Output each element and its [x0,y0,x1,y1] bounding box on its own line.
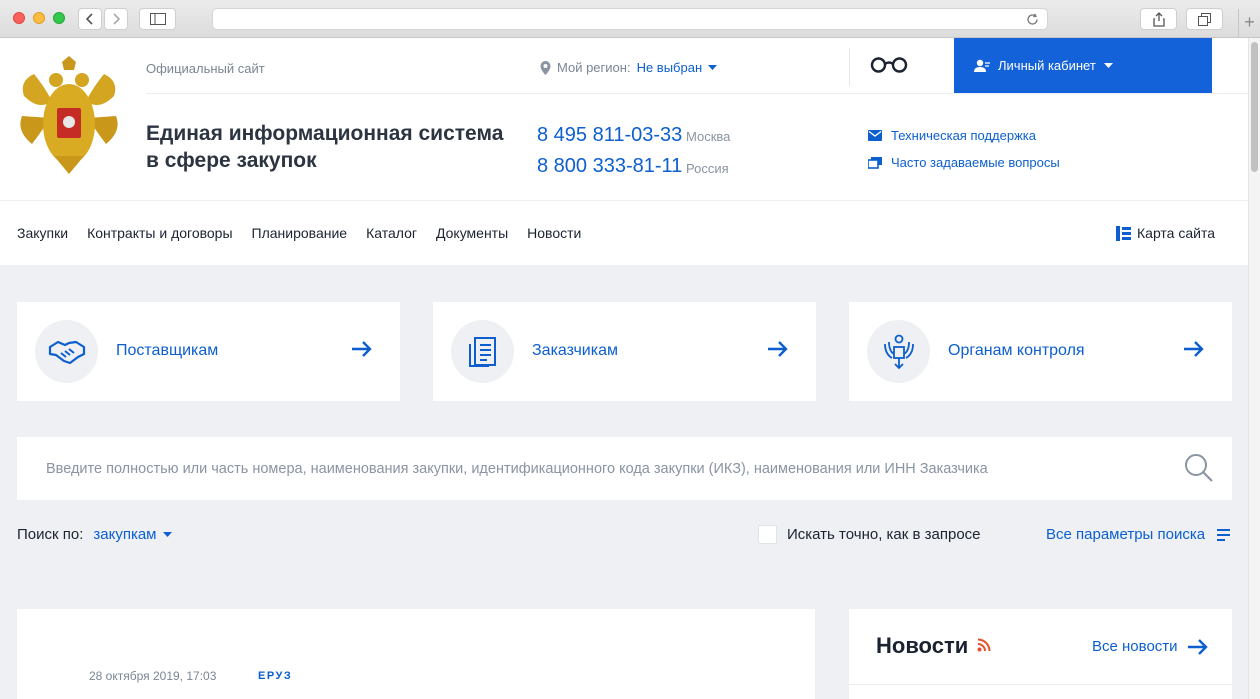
all-search-params-label: Все параметры поиска [1046,526,1206,543]
arrow-right-icon [768,341,788,357]
card-icon-circle [35,320,98,383]
menu-item-purchases[interactable]: Закупки [17,225,68,241]
user-icon [974,59,990,72]
support-link[interactable]: Техническая поддержка [868,128,1036,143]
phone-moscow[interactable]: 8 495 811-03-33 [537,124,682,147]
card-icon-circle [867,320,930,383]
search-icon[interactable] [1184,453,1214,483]
chat-icon [868,156,882,169]
document-icon [468,336,496,367]
address-bar[interactable] [212,8,1048,30]
site-title-line: в сфере закупок [146,149,317,172]
new-tab-button[interactable]: + [1238,9,1260,38]
faq-link[interactable]: Часто задаваемые вопросы [868,155,1060,170]
divider [849,684,1232,685]
minimize-window-button[interactable] [33,12,45,24]
sitemap-icon [1116,225,1131,241]
region-value[interactable]: Не выбран [637,60,703,75]
main-menu: Закупки Контракты и договоры Планировани… [17,225,581,241]
search-box [17,437,1232,500]
browser-toolbar: + [0,0,1260,38]
sidebar-toggle-button[interactable] [139,8,176,30]
chevron-right-icon [113,13,121,25]
news-panel-title: Новости [876,633,969,658]
zoom-window-button[interactable] [53,12,65,24]
site-title-line: Единая информационная система [146,122,504,145]
exact-search-option[interactable]: Искать точно, как в запросе [758,525,981,544]
back-button[interactable] [78,8,102,30]
search-input[interactable] [17,437,1167,500]
emblem-icon [883,334,914,369]
exact-search-label: Искать точно, как в запросе [787,526,981,543]
handshake-icon [48,340,85,364]
news-feed-panel: 28 октября 2019, 17:03 ЕРУЗ [17,609,815,699]
chevron-left-icon [85,13,93,25]
close-window-button[interactable] [13,12,25,24]
divider [146,93,1248,94]
phone-city-label: Москва [686,129,731,144]
caret-down-icon [708,65,718,70]
search-by: Поиск по: закупкам [17,526,172,543]
glasses-icon[interactable] [870,56,908,73]
sitemap-link[interactable]: Карта сайта [1116,225,1215,241]
sitemap-label: Карта сайта [1137,225,1215,241]
menu-item-catalog[interactable]: Каталог [366,225,417,241]
card-label: Органам контроля [948,342,1085,359]
exact-search-checkbox[interactable] [758,525,777,544]
phone-russia[interactable]: 8 800 333-81-11 [537,155,682,178]
location-pin-icon [540,60,551,75]
site-header: Официальный сайт Мой регион: Не выбран Л… [0,38,1248,265]
news-tag[interactable]: ЕРУЗ [258,670,292,682]
personal-cabinet-button[interactable]: Личный кабинет [954,38,1212,93]
divider [0,200,1248,201]
filter-lines-icon [1217,528,1231,541]
support-link-label: Техническая поддержка [891,128,1036,143]
card-control-bodies[interactable]: Органам контроля [849,302,1232,401]
region-selector[interactable]: Мой регион: Не выбран [540,60,718,75]
arrow-right-icon [352,341,372,357]
news-panel: Новости Все новости [849,609,1232,699]
official-site-label: Официальный сайт [146,61,265,76]
rss-icon[interactable] [977,638,991,652]
card-label: Заказчикам [532,342,618,359]
share-button[interactable] [1140,8,1177,30]
phone-city-label: Россия [686,161,729,176]
card-icon-circle [451,320,514,383]
card-label: Поставщикам [116,342,219,359]
all-news-link[interactable]: Все новости [1092,638,1208,655]
faq-link-label: Часто задаваемые вопросы [891,155,1060,170]
reload-icon[interactable] [1026,13,1039,26]
all-news-label: Все новости [1092,638,1178,655]
tabs-overview-button[interactable] [1186,8,1223,30]
menu-item-planning[interactable]: Планирование [252,225,348,241]
caret-down-icon [1103,63,1113,68]
share-icon [1152,11,1165,27]
arrow-right-icon [1187,638,1208,655]
news-date: 28 октября 2019, 17:03 [89,669,217,683]
divider [849,48,850,86]
scrollbar-thumb[interactable] [1251,42,1258,172]
arrow-right-icon [1184,341,1204,357]
menu-item-documents[interactable]: Документы [436,225,508,241]
all-search-params-link[interactable]: Все параметры поиска [1046,526,1231,543]
personal-cabinet-label: Личный кабинет [998,58,1096,73]
site-title: Единая информационная система в сфере за… [146,120,516,174]
search-by-label: Поиск по: [17,526,84,543]
mail-icon [868,130,882,141]
search-by-value: закупкам [93,526,157,543]
region-label: Мой регион: [557,60,631,75]
caret-down-icon [162,532,172,537]
card-customers[interactable]: Заказчикам [433,302,816,401]
menu-item-contracts[interactable]: Контракты и договоры [87,225,232,241]
sidebar-icon [149,13,166,25]
page-scrollbar[interactable] [1248,38,1260,699]
card-suppliers[interactable]: Поставщикам [17,302,400,401]
tabs-icon [1198,12,1211,26]
forward-button[interactable] [104,8,128,30]
coat-of-arms-logo[interactable] [14,56,124,176]
menu-item-news[interactable]: Новости [527,225,581,241]
search-by-dropdown[interactable]: закупкам [93,526,172,543]
